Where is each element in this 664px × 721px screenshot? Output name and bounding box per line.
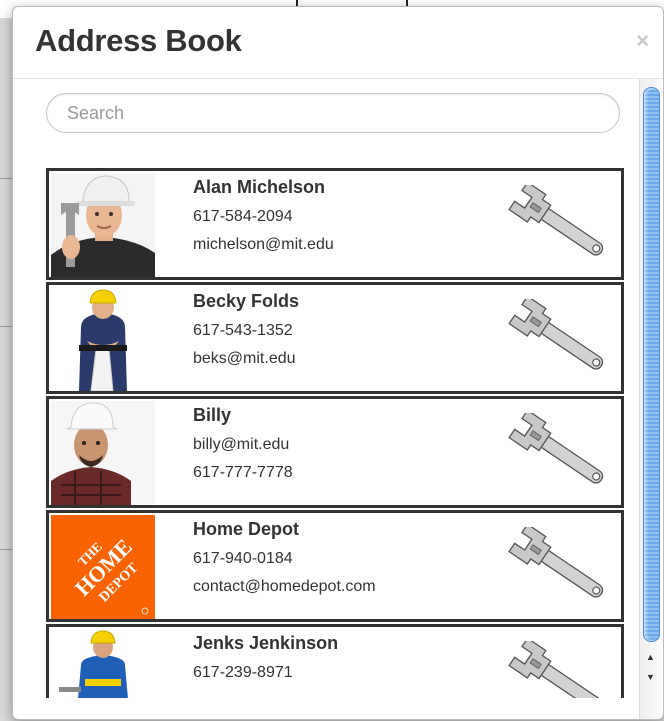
wrench-icon[interactable]: [507, 409, 617, 495]
arrow-up-icon[interactable]: ▲: [646, 652, 655, 662]
home-depot-logo: THE HOME DEPOT: [51, 515, 155, 619]
contact-card[interactable]: THE HOME DEPOT Home Depot 617-940-0184 c…: [46, 510, 624, 622]
close-icon[interactable]: ×: [636, 29, 649, 53]
modal-body: Alan Michelson 617-584-2094 michelson@mi…: [13, 79, 639, 719]
background-divider: [0, 549, 12, 550]
wrench-icon[interactable]: [507, 181, 617, 267]
contact-card[interactable]: Alan Michelson 617-584-2094 michelson@mi…: [46, 168, 624, 280]
contact-email: michelson@mit.edu: [193, 236, 334, 253]
arrow-down-icon[interactable]: ▼: [646, 672, 655, 682]
background-divider: [0, 326, 12, 327]
contact-photo: [51, 629, 155, 698]
wrench-icon[interactable]: [507, 295, 617, 381]
contact-email: contact@homedepot.com: [193, 578, 376, 595]
modal-header: Address Book ×: [13, 7, 663, 79]
contact-card[interactable]: Billy billy@mit.edu 617-777-7778: [46, 396, 624, 508]
wrench-icon[interactable]: [507, 637, 617, 698]
contact-info: Jenks Jenkinson 617-239-8971: [193, 632, 338, 691]
search-input[interactable]: [46, 93, 620, 133]
contact-card[interactable]: Becky Folds 617-543-1352 beks@mit.edu: [46, 282, 624, 394]
modal-title: Address Book: [35, 23, 242, 58]
contact-photo: [51, 401, 155, 505]
contact-name: Home Depot: [193, 519, 300, 539]
contact-info: Becky Folds 617-543-1352 beks@mit.edu: [193, 290, 299, 368]
contact-info: Billy billy@mit.edu 617-777-7778: [193, 404, 293, 482]
contact-name: Billy: [193, 405, 232, 425]
contact-phone: 617-543-1352: [193, 322, 293, 339]
contact-info: Alan Michelson 617-584-2094 michelson@mi…: [193, 176, 334, 254]
contact-phone: 617-940-0184: [193, 550, 293, 567]
contact-name: Becky Folds: [193, 291, 300, 311]
contact-name: Alan Michelson: [193, 177, 326, 197]
contact-email: beks@mit.edu: [193, 350, 296, 367]
contact-info: Home Depot 617-940-0184 contact@homedepo…: [193, 518, 376, 596]
vertical-scrollbar[interactable]: ▲ ▼: [639, 79, 662, 719]
wrench-icon[interactable]: [507, 523, 617, 609]
contact-photo: [51, 173, 155, 277]
contact-card[interactable]: Jenks Jenkinson 617-239-8971: [46, 624, 624, 698]
contact-email: billy@mit.edu: [193, 436, 290, 453]
address-book-modal: Address Book × Search Alan Michelson 617…: [12, 6, 664, 720]
contact-photo: [51, 287, 155, 391]
background-divider: [0, 178, 12, 179]
contact-list: Alan Michelson 617-584-2094 michelson@mi…: [46, 168, 624, 698]
scrollbar-thumb[interactable]: [643, 87, 660, 642]
contact-phone: 617-584-2094: [193, 208, 293, 225]
contact-phone: 617-777-7778: [193, 464, 293, 481]
contact-phone: 617-239-8971: [193, 664, 293, 681]
contact-name: Jenks Jenkinson: [193, 633, 339, 653]
